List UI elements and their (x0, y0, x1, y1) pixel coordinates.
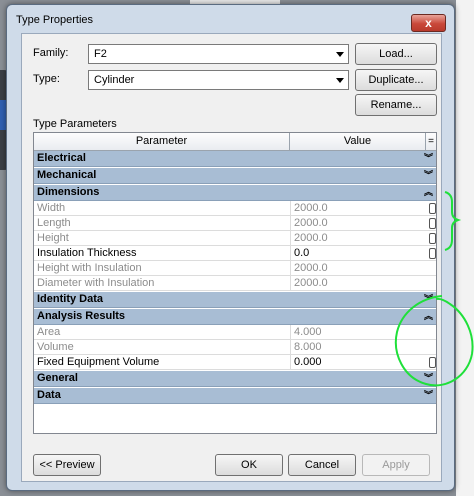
type-parameters-label: Type Parameters (33, 118, 117, 130)
param-row-area[interactable]: Area 4.000 (34, 325, 436, 340)
param-value-cell[interactable]: 0.0 (290, 246, 426, 260)
param-value: 8.000 (294, 341, 322, 353)
param-value: 0.0 (294, 247, 310, 259)
associate-parameter-button[interactable] (429, 248, 436, 259)
type-dropdown[interactable]: Cylinder (88, 70, 349, 90)
param-row-diameter-with-insulation[interactable]: Diameter with Insulation 2000.0 (34, 276, 436, 291)
group-label: Mechanical (37, 169, 97, 181)
column-header-parameter[interactable]: Parameter (34, 133, 290, 150)
dialog-body: Family: F2 Load... Type: Cylinder Duplic… (21, 33, 442, 482)
group-mechanical[interactable]: Mechanical ︾ (34, 168, 436, 184)
family-label: Family: (33, 47, 69, 59)
collapse-chevron-icon: ︽ (424, 187, 434, 197)
preview-button[interactable]: << Preview (33, 454, 101, 476)
close-button[interactable]: x (411, 14, 446, 32)
param-value: 4.000 (294, 326, 322, 338)
param-name: Length (37, 217, 71, 229)
group-general[interactable]: General ︾ (34, 371, 436, 387)
param-value: 0.000 (294, 356, 322, 368)
family-value: F2 (94, 48, 107, 60)
expand-chevron-icon: ︾ (424, 294, 434, 304)
family-dropdown[interactable]: F2 (88, 44, 349, 64)
associate-parameter-button[interactable] (429, 218, 436, 229)
param-value-cell[interactable]: 0.000 (290, 355, 426, 369)
close-icon: x (425, 16, 432, 30)
param-row-height[interactable]: Height 2000.0 (34, 231, 436, 246)
param-value: 2000.0 (294, 262, 328, 274)
param-value-cell[interactable]: 2000.0 (290, 216, 426, 230)
param-row-length[interactable]: Length 2000.0 (34, 216, 436, 231)
param-name: Height (37, 232, 69, 244)
grid-header: Parameter Value = (34, 133, 436, 151)
associate-parameter-button[interactable] (429, 233, 436, 244)
cancel-button[interactable]: Cancel (288, 454, 356, 476)
chevron-down-icon (336, 78, 344, 83)
type-properties-dialog: Type Properties x Family: F2 Load... Typ… (6, 4, 455, 491)
param-row-fixed-equipment-volume[interactable]: Fixed Equipment Volume 0.000 (34, 355, 436, 370)
associate-parameter-button[interactable] (429, 357, 436, 368)
param-value-cell[interactable]: 2000.0 (290, 276, 426, 290)
apply-button[interactable]: Apply (362, 454, 430, 476)
background-strip (456, 0, 474, 496)
param-row-width[interactable]: Width 2000.0 (34, 201, 436, 216)
group-label: Dimensions (37, 186, 100, 198)
group-label: General (37, 372, 78, 384)
group-dimensions[interactable]: Dimensions ︽ (34, 185, 436, 201)
param-name: Diameter with Insulation (37, 277, 155, 289)
chevron-down-icon (336, 52, 344, 57)
param-name: Width (37, 202, 66, 214)
param-name: Volume (37, 341, 74, 353)
group-analysis-results[interactable]: Analysis Results ︽ (34, 309, 436, 325)
group-electrical[interactable]: Electrical ︾ (34, 151, 436, 167)
param-value-cell[interactable]: 2000.0 (290, 231, 426, 245)
sort-column-button[interactable]: = (426, 133, 436, 150)
group-label: Identity Data (37, 293, 104, 305)
rename-button[interactable]: Rename... (355, 94, 437, 116)
dialog-title: Type Properties (16, 14, 94, 26)
group-identity-data[interactable]: Identity Data ︾ (34, 292, 436, 308)
param-name: Height with Insulation (37, 262, 142, 274)
param-name: Insulation Thickness (37, 247, 137, 259)
group-label: Data (37, 389, 61, 401)
param-value: 2000.0 (294, 232, 328, 244)
param-value: 2000.0 (294, 202, 328, 214)
associate-parameter-button[interactable] (429, 203, 436, 214)
param-row-volume[interactable]: Volume 8.000 (34, 340, 436, 355)
load-button[interactable]: Load... (355, 43, 437, 65)
expand-chevron-icon: ︾ (424, 153, 434, 163)
ok-button[interactable]: OK (215, 454, 283, 476)
param-row-height-with-insulation[interactable]: Height with Insulation 2000.0 (34, 261, 436, 276)
group-label: Analysis Results (37, 310, 126, 322)
param-value: 2000.0 (294, 277, 328, 289)
expand-chevron-icon: ︾ (424, 373, 434, 383)
type-parameters-grid: Parameter Value = Electrical ︾ Mechanica… (33, 132, 437, 434)
title-bar[interactable]: Type Properties x (7, 5, 454, 33)
group-data[interactable]: Data ︾ (34, 388, 436, 404)
param-value-cell[interactable]: 2000.0 (290, 261, 426, 275)
collapse-chevron-icon: ︽ (424, 311, 434, 321)
column-header-value[interactable]: Value (290, 133, 426, 150)
param-value-cell[interactable]: 2000.0 (290, 201, 426, 215)
type-value: Cylinder (94, 74, 135, 86)
duplicate-button[interactable]: Duplicate... (355, 69, 437, 91)
param-name: Fixed Equipment Volume (37, 356, 160, 368)
param-value: 2000.0 (294, 217, 328, 229)
param-value-cell[interactable]: 8.000 (290, 340, 426, 354)
param-row-insulation-thickness[interactable]: Insulation Thickness 0.0 (34, 246, 436, 261)
type-label: Type: (33, 73, 60, 85)
expand-chevron-icon: ︾ (424, 390, 434, 400)
expand-chevron-icon: ︾ (424, 170, 434, 180)
param-value-cell[interactable]: 4.000 (290, 325, 426, 339)
group-label: Electrical (37, 152, 86, 164)
param-name: Area (37, 326, 61, 338)
